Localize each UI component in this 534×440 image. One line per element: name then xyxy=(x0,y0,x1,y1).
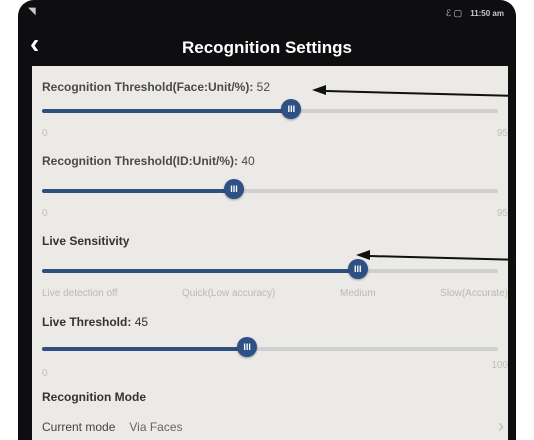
live-sensitivity-options: Live detection off Quick(Low accuracy) M… xyxy=(42,288,508,299)
status-icons: ℰ ▢ xyxy=(445,8,463,18)
live-threshold-max: 100 xyxy=(491,360,508,371)
title-bar: ‹ Recognition Settings xyxy=(18,26,516,66)
id-threshold-min: 0 xyxy=(42,208,48,219)
option-slow[interactable]: Slow(Accurate) xyxy=(440,288,508,299)
option-live-off[interactable]: Live detection off xyxy=(42,288,117,299)
live-sensitivity-label: Live Sensitivity xyxy=(42,234,130,248)
current-mode-label: Current mode xyxy=(42,420,116,434)
live-threshold-slider[interactable]: III xyxy=(42,337,498,357)
recognition-mode-label: Recognition Mode xyxy=(42,390,146,404)
live-threshold-value: 45 xyxy=(134,315,149,329)
page-title: Recognition Settings xyxy=(182,38,352,57)
face-threshold-slider[interactable]: III xyxy=(42,99,498,119)
tablet-screen: ◥ ℰ ▢ 11:50 am ‹ Recognition Settings Re… xyxy=(18,0,516,440)
live-sensitivity-thumb[interactable]: III xyxy=(347,259,368,279)
status-time: 11:50 am xyxy=(470,9,504,18)
face-threshold-max: 95 xyxy=(496,128,508,139)
id-threshold-thumb[interactable]: III xyxy=(223,179,244,199)
id-threshold-fill xyxy=(42,189,234,193)
status-bar: ◥ ℰ ▢ 11:50 am xyxy=(18,0,516,26)
id-threshold-max: 95 xyxy=(496,208,508,219)
option-quick[interactable]: Quick(Low accuracy) xyxy=(182,288,275,299)
live-threshold-fill xyxy=(42,347,248,351)
live-sensitivity-slider[interactable]: III xyxy=(42,259,498,279)
id-threshold-label-text: Recognition Threshold(ID:Unit/%): xyxy=(42,154,242,168)
live-sensitivity-fill xyxy=(42,269,358,273)
id-threshold-value: 40 xyxy=(241,154,255,168)
annotation-arrowhead xyxy=(356,250,370,260)
face-threshold-value: 52 xyxy=(256,80,271,94)
face-threshold-label: Recognition Threshold(Face:Unit/%): 52 xyxy=(42,80,270,94)
option-medium[interactable]: Medium xyxy=(340,288,376,299)
id-threshold-slider[interactable]: III xyxy=(42,179,498,199)
signal-icon: ◥ xyxy=(28,6,36,17)
annotation-arrowhead xyxy=(312,85,326,95)
face-threshold-range: 0 95 xyxy=(42,128,508,139)
id-threshold-range: 0 95 xyxy=(42,208,508,219)
live-threshold-label-text: Live Threshold: xyxy=(42,315,135,329)
live-threshold-label: Live Threshold: 45 xyxy=(42,315,148,329)
live-threshold-thumb[interactable]: III xyxy=(237,337,258,357)
face-threshold-min: 0 xyxy=(42,128,48,139)
current-mode-row[interactable]: Current mode Via Faces › xyxy=(42,416,508,436)
face-threshold-fill xyxy=(42,109,292,113)
chevron-right-icon[interactable]: › xyxy=(498,416,504,437)
id-threshold-label: Recognition Threshold(ID:Unit/%): 40 xyxy=(42,154,255,168)
live-threshold-min: 0 xyxy=(42,368,48,379)
status-right: ℰ ▢ 11:50 am xyxy=(446,8,504,19)
face-threshold-label-text: Recognition Threshold(Face:Unit/%): xyxy=(42,80,257,94)
face-threshold-thumb[interactable]: III xyxy=(281,99,302,119)
current-mode-value: Via Faces xyxy=(129,420,183,434)
settings-content: Recognition Threshold(Face:Unit/%): 52 I… xyxy=(32,66,508,440)
